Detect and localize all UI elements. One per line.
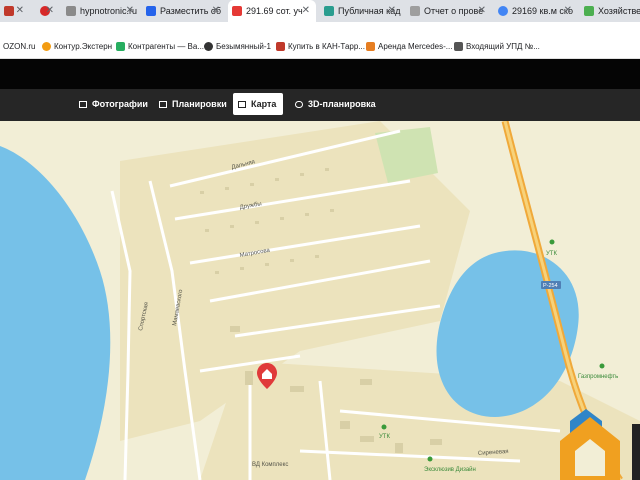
bookmark-label: Контур.Экстерн [54,42,113,51]
3d-icon [295,100,303,108]
bookmark-label: Аренда Mercedes-... [378,42,453,51]
highway-number: Р-254 [543,283,558,289]
bookmark-icon [116,42,125,51]
close-icon[interactable]: ✕ [16,5,24,16]
map-view[interactable]: Р-254 Дальняя Дружбы Матросова Спортская… [0,121,640,480]
browser-tab-hypnotronic[interactable]: hypnotronic.ru ✕ [62,0,140,22]
browser-tab-strip: ✕ ✕ hypnotronic.ru ✕ Разместить об ✕ 291… [0,0,640,22]
tab-favicon-icon [324,6,334,16]
browser-tab-google[interactable]: 29169 кв.м ско ✕ [494,0,578,22]
bookmark-label: Безымянный-1 [216,42,271,51]
bookmark-label: Входящий УПД №... [466,42,540,51]
tab-3d-plans-label: 3D-планировка [308,99,376,109]
address-bar-area [0,22,640,38]
tab-photos-label: Фотографии [92,99,148,109]
listing-nav: Фотографии Планировки Карта 3D-планировк… [0,89,640,121]
poi-label-kompleks: ВД Комплекс [252,462,288,468]
close-icon[interactable]: ✕ [564,5,572,16]
google-icon [498,6,508,16]
close-icon[interactable]: ✕ [46,5,54,16]
poi-label-utk: УТК [546,251,557,257]
tab-label: Хозяйственн [598,6,640,16]
browser-tab[interactable]: ✕ [0,0,30,22]
poi-label-gazpromneft: Газпромнефть [578,374,618,380]
tab-plans-label: Планировки [172,99,227,109]
close-icon[interactable]: ✕ [388,5,396,16]
poi-marker-icon[interactable] [381,424,387,430]
bookmarks-bar: OZON.ru Контур.Экстерн Контрагенты — Ва.… [0,38,640,59]
tab-favicon-icon [584,6,594,16]
browser-tab-pkk[interactable]: Публичная кад ✕ [320,0,402,22]
bookmark-label: Контрагенты — Ва... [128,42,205,51]
bookmark-icon [276,42,285,51]
bookmark-label: OZON.ru [3,42,36,51]
close-icon[interactable]: ✕ [212,5,220,16]
close-icon[interactable]: ✕ [126,5,134,16]
bookmark-upd[interactable]: Входящий УПД №... [454,42,540,51]
tab-map-label: Карта [251,99,277,109]
bookmark-untitled[interactable]: Безымянный-1 [204,42,271,51]
map-icon [238,100,246,108]
browser-tab-report[interactable]: Отчет о прове ✕ [406,0,492,22]
bookmark-label: Купить в КАН-Тарр... [288,42,365,51]
browser-tab-economy[interactable]: Хозяйственн [580,0,640,22]
close-icon[interactable]: ✕ [478,5,486,16]
site-header [0,59,640,89]
poi-marker-icon[interactable] [549,239,555,245]
tab-label: 291.69 сот. уч [246,6,303,16]
close-icon[interactable]: ✕ [302,5,310,16]
photo-icon [79,100,87,108]
bookmark-mercedes[interactable]: Аренда Mercedes-... [366,42,452,51]
browser-tab[interactable]: ✕ [36,0,60,22]
poi-label-utk2: УТК [379,434,390,440]
tab-favicon-icon [410,6,420,16]
map-canvas[interactable]: Р-254 Дальняя Дружбы Матросова Спортская… [0,121,640,480]
floorplan-icon [159,100,167,108]
tab-photos[interactable]: Фотографии [74,93,153,115]
bookmark-kontragenty[interactable]: Контрагенты — Ва... [116,42,204,51]
browser-tab-active[interactable]: 291.69 сот. уч ✕ [228,0,316,22]
kontur-icon [42,42,51,51]
tab-label: Отчет о прове [424,6,484,16]
poi-marker-icon[interactable] [427,456,433,462]
tab-3d-plans[interactable]: 3D-планировка [290,93,381,115]
bookmark-kontur[interactable]: Контур.Экстерн [42,42,112,51]
poi-marker-icon[interactable] [599,363,605,369]
tab-favicon-icon [232,6,242,16]
bookmark-kan[interactable]: Купить в КАН-Тарр... [276,42,365,51]
browser-tab-avito[interactable]: Разместить об ✕ [142,0,226,22]
globe-icon [204,42,213,51]
tab-map[interactable]: Карта [233,93,283,115]
tab-favicon-icon [4,6,14,16]
poi-label-eksklyuziv: Эксклюзив Дизайн [424,466,476,473]
tab-favicon-icon [146,6,156,16]
tab-favicon-icon [66,6,76,16]
bookmark-icon [454,42,463,51]
bookmark-ozon[interactable]: OZON.ru [3,42,35,51]
tab-plans[interactable]: Планировки [154,93,232,115]
bookmark-icon [366,42,375,51]
